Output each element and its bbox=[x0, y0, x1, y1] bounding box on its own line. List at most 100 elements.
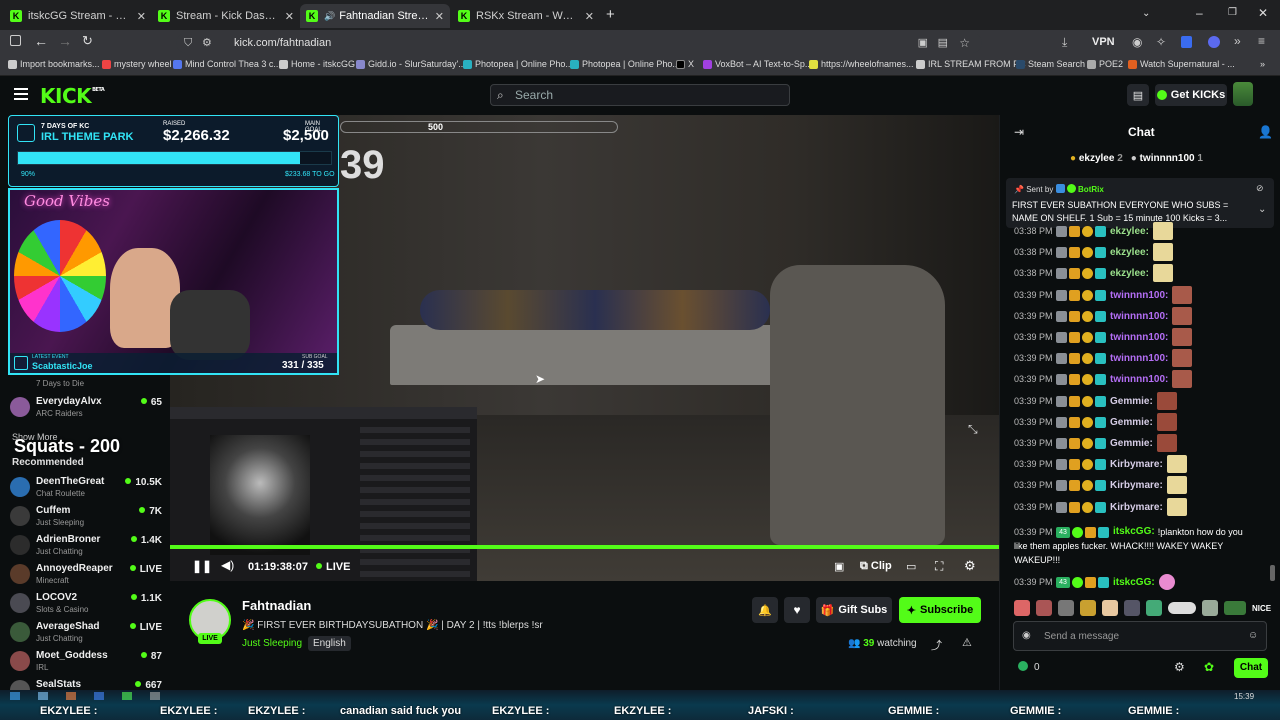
get-kicks-button[interactable]: Get KICKs bbox=[1155, 84, 1227, 106]
back-icon[interactable]: ← bbox=[34, 33, 48, 49]
chat-users-icon[interactable]: 👤 bbox=[1258, 125, 1273, 139]
message-username[interactable]: ekzylee: bbox=[1110, 268, 1149, 279]
message-username[interactable]: ekzylee: bbox=[1110, 226, 1149, 237]
avatar[interactable] bbox=[1233, 82, 1253, 106]
mini-player-icon[interactable]: ▣ bbox=[834, 560, 844, 573]
chat-message[interactable]: 03:39 PM 43 itskcGG: bbox=[1014, 573, 1175, 591]
sidebar-channel[interactable]: AverageShad Just Chatting LIVE bbox=[10, 620, 162, 648]
bookmark-item[interactable]: IRL STREAM FROM PC bbox=[916, 59, 1026, 69]
message-username[interactable]: Kirbymare: bbox=[1110, 502, 1163, 513]
chat-message[interactable]: 03:39 PM twinnnn100: bbox=[1014, 307, 1274, 325]
bookmark-item[interactable]: Steam Search bbox=[1016, 59, 1085, 69]
audio-playing-icon[interactable]: 🔊 bbox=[324, 11, 335, 22]
bookmark-item[interactable]: Photopea | Online Pho... bbox=[570, 59, 680, 69]
hamburger-menu-icon[interactable] bbox=[14, 88, 28, 100]
bookmarks-overflow-icon[interactable]: » bbox=[1260, 59, 1265, 69]
chat-message[interactable]: 03:39 PM Gemmie: bbox=[1014, 413, 1274, 431]
url-field[interactable]: ⛉ ⚙ kick.com/fahtnadian ▣ ▤ ☆ bbox=[176, 33, 982, 53]
bookmark-item[interactable]: Gidd.io - SlurSaturday'... bbox=[356, 59, 466, 69]
chat-message[interactable]: 03:38 PM ekzylee: bbox=[1014, 264, 1274, 282]
top-gifter[interactable]: ● ekzylee 2 bbox=[1070, 153, 1123, 164]
ublock-shield-icon[interactable] bbox=[1181, 36, 1192, 48]
unpin-icon[interactable]: ⊘ bbox=[1256, 183, 1264, 194]
top-gifter[interactable]: ● twinnnn100 1 bbox=[1131, 153, 1203, 164]
share-icon[interactable]: ⤴ bbox=[931, 637, 942, 653]
message-username[interactable]: twinnnn100: bbox=[1110, 353, 1168, 364]
bookmark-item[interactable]: https://wheelofnames... bbox=[809, 59, 914, 69]
chat-message-long[interactable]: 03:39 PM 43 itskcGG: !plankton how do yo… bbox=[1014, 525, 1276, 567]
tab-list-chevron-icon[interactable]: ⌄ bbox=[1142, 8, 1150, 19]
emote-icon[interactable] bbox=[1014, 600, 1030, 616]
message-username[interactable]: Gemmie: bbox=[1110, 417, 1153, 428]
close-tab-icon[interactable]: ✕ bbox=[585, 10, 594, 23]
reader-view-icon[interactable]: ▤ bbox=[938, 33, 948, 53]
new-tab-icon[interactable]: + bbox=[606, 6, 615, 23]
taskbar-app-icon[interactable] bbox=[94, 692, 104, 700]
emote-icon[interactable] bbox=[1224, 601, 1246, 615]
browse-icon[interactable]: ▤ bbox=[1127, 84, 1149, 106]
language-tag[interactable]: English bbox=[308, 636, 351, 651]
close-window-icon[interactable]: ✕ bbox=[1258, 6, 1268, 20]
chat-extension-icon[interactable]: ✿ bbox=[1204, 660, 1214, 674]
message-username[interactable]: twinnnn100: bbox=[1110, 290, 1168, 301]
theater-icon[interactable]: ▭ bbox=[906, 560, 916, 573]
bookmark-item[interactable]: Home - itskcGG bbox=[279, 59, 355, 69]
close-tab-icon[interactable]: ✕ bbox=[285, 10, 294, 23]
browser-tab[interactable]: K Stream - Kick Dashboard ✕ bbox=[152, 4, 300, 28]
chat-message[interactable]: 03:39 PM twinnnn100: bbox=[1014, 286, 1274, 304]
chat-message[interactable]: 03:39 PM Kirbymare: bbox=[1014, 476, 1274, 494]
emote-icon[interactable] bbox=[1080, 600, 1096, 616]
emote-icon[interactable] bbox=[1102, 600, 1118, 616]
chat-input[interactable]: ◉ Send a message ☺ bbox=[1013, 621, 1267, 651]
kicks-balance[interactable]: 0 bbox=[1018, 661, 1040, 673]
chat-message[interactable]: 03:38 PM ekzylee: bbox=[1014, 243, 1274, 261]
bookmark-item[interactable]: mystery wheel bbox=[102, 59, 172, 69]
bookmark-star-icon[interactable]: ☆ bbox=[959, 33, 970, 53]
close-tab-icon[interactable]: ✕ bbox=[137, 10, 146, 23]
message-username[interactable]: Gemmie: bbox=[1110, 396, 1153, 407]
minimize-icon[interactable]: – bbox=[1196, 6, 1203, 20]
bookmark-item[interactable]: Photopea | Online Pho... bbox=[463, 59, 573, 69]
stream-category[interactable]: Just Sleeping bbox=[242, 638, 302, 649]
kick-logo[interactable]: KICKBETA bbox=[40, 84, 105, 108]
site-settings-icon[interactable]: ⚙ bbox=[202, 33, 212, 53]
send-chat-button[interactable]: Chat bbox=[1234, 658, 1268, 678]
message-username[interactable]: Gemmie: bbox=[1110, 438, 1153, 449]
shield-icon[interactable]: ⛉ bbox=[184, 33, 192, 53]
sidebar-channel[interactable]: DeenTheGreat Chat Roulette 10.5K bbox=[10, 475, 162, 503]
download-icon[interactable]: ⤓ bbox=[1062, 35, 1067, 50]
settings-gear-icon[interactable]: ⚙ bbox=[964, 558, 976, 574]
chat-message[interactable]: 03:39 PM twinnnn100: bbox=[1014, 349, 1274, 367]
reload-icon[interactable]: ↻ bbox=[82, 33, 93, 49]
sidebar-channel[interactable]: Cuffem Just Sleeping 7K bbox=[10, 504, 162, 532]
gift-subs-button[interactable]: 🎁 Gift Subs bbox=[816, 597, 892, 623]
emote-icon[interactable] bbox=[1202, 600, 1218, 616]
taskbar-app-icon[interactable] bbox=[150, 692, 160, 700]
taskbar-app-icon[interactable] bbox=[38, 692, 48, 700]
message-username[interactable]: itskcGG: bbox=[1113, 577, 1155, 588]
more-chevron-icon[interactable]: » bbox=[1234, 34, 1241, 48]
vpn-button[interactable]: VPN bbox=[1092, 36, 1115, 48]
sidebar-channel[interactable]: SealStats 667 bbox=[10, 678, 162, 690]
notification-bell-icon[interactable]: 🔔 bbox=[752, 597, 778, 623]
chat-message[interactable]: 03:39 PM Kirbymare: bbox=[1014, 455, 1274, 473]
fullscreen-icon[interactable]: ⛶ bbox=[935, 559, 943, 574]
emote-icon[interactable] bbox=[1036, 600, 1052, 616]
extension-badge-icon[interactable] bbox=[1208, 36, 1220, 48]
message-username[interactable]: twinnnn100: bbox=[1110, 311, 1168, 322]
restore-icon[interactable]: ❐ bbox=[1228, 7, 1237, 18]
taskbar-app-icon[interactable] bbox=[10, 692, 20, 700]
taskbar-app-icon[interactable] bbox=[122, 692, 132, 700]
clip-button[interactable]: ⧉ Clip bbox=[860, 560, 892, 573]
account-icon[interactable]: ◉ bbox=[1132, 35, 1142, 49]
chat-message[interactable]: 03:39 PM Gemmie: bbox=[1014, 434, 1274, 452]
sidebar-toggle-icon[interactable] bbox=[10, 35, 21, 46]
close-tab-icon[interactable]: ✕ bbox=[435, 10, 444, 23]
forward-icon[interactable]: → bbox=[58, 33, 72, 49]
bookmark-item[interactable]: X bbox=[676, 59, 694, 69]
sidebar-channel[interactable]: AdrienBroner Just Chatting 1.4K bbox=[10, 533, 162, 561]
sidebar-channel[interactable]: AnnoyedReaper Minecraft LIVE bbox=[10, 562, 162, 590]
bookmark-item[interactable]: Import bookmarks... bbox=[8, 59, 100, 69]
message-username[interactable]: Kirbymare: bbox=[1110, 459, 1163, 470]
message-username[interactable]: twinnnn100: bbox=[1110, 332, 1168, 343]
